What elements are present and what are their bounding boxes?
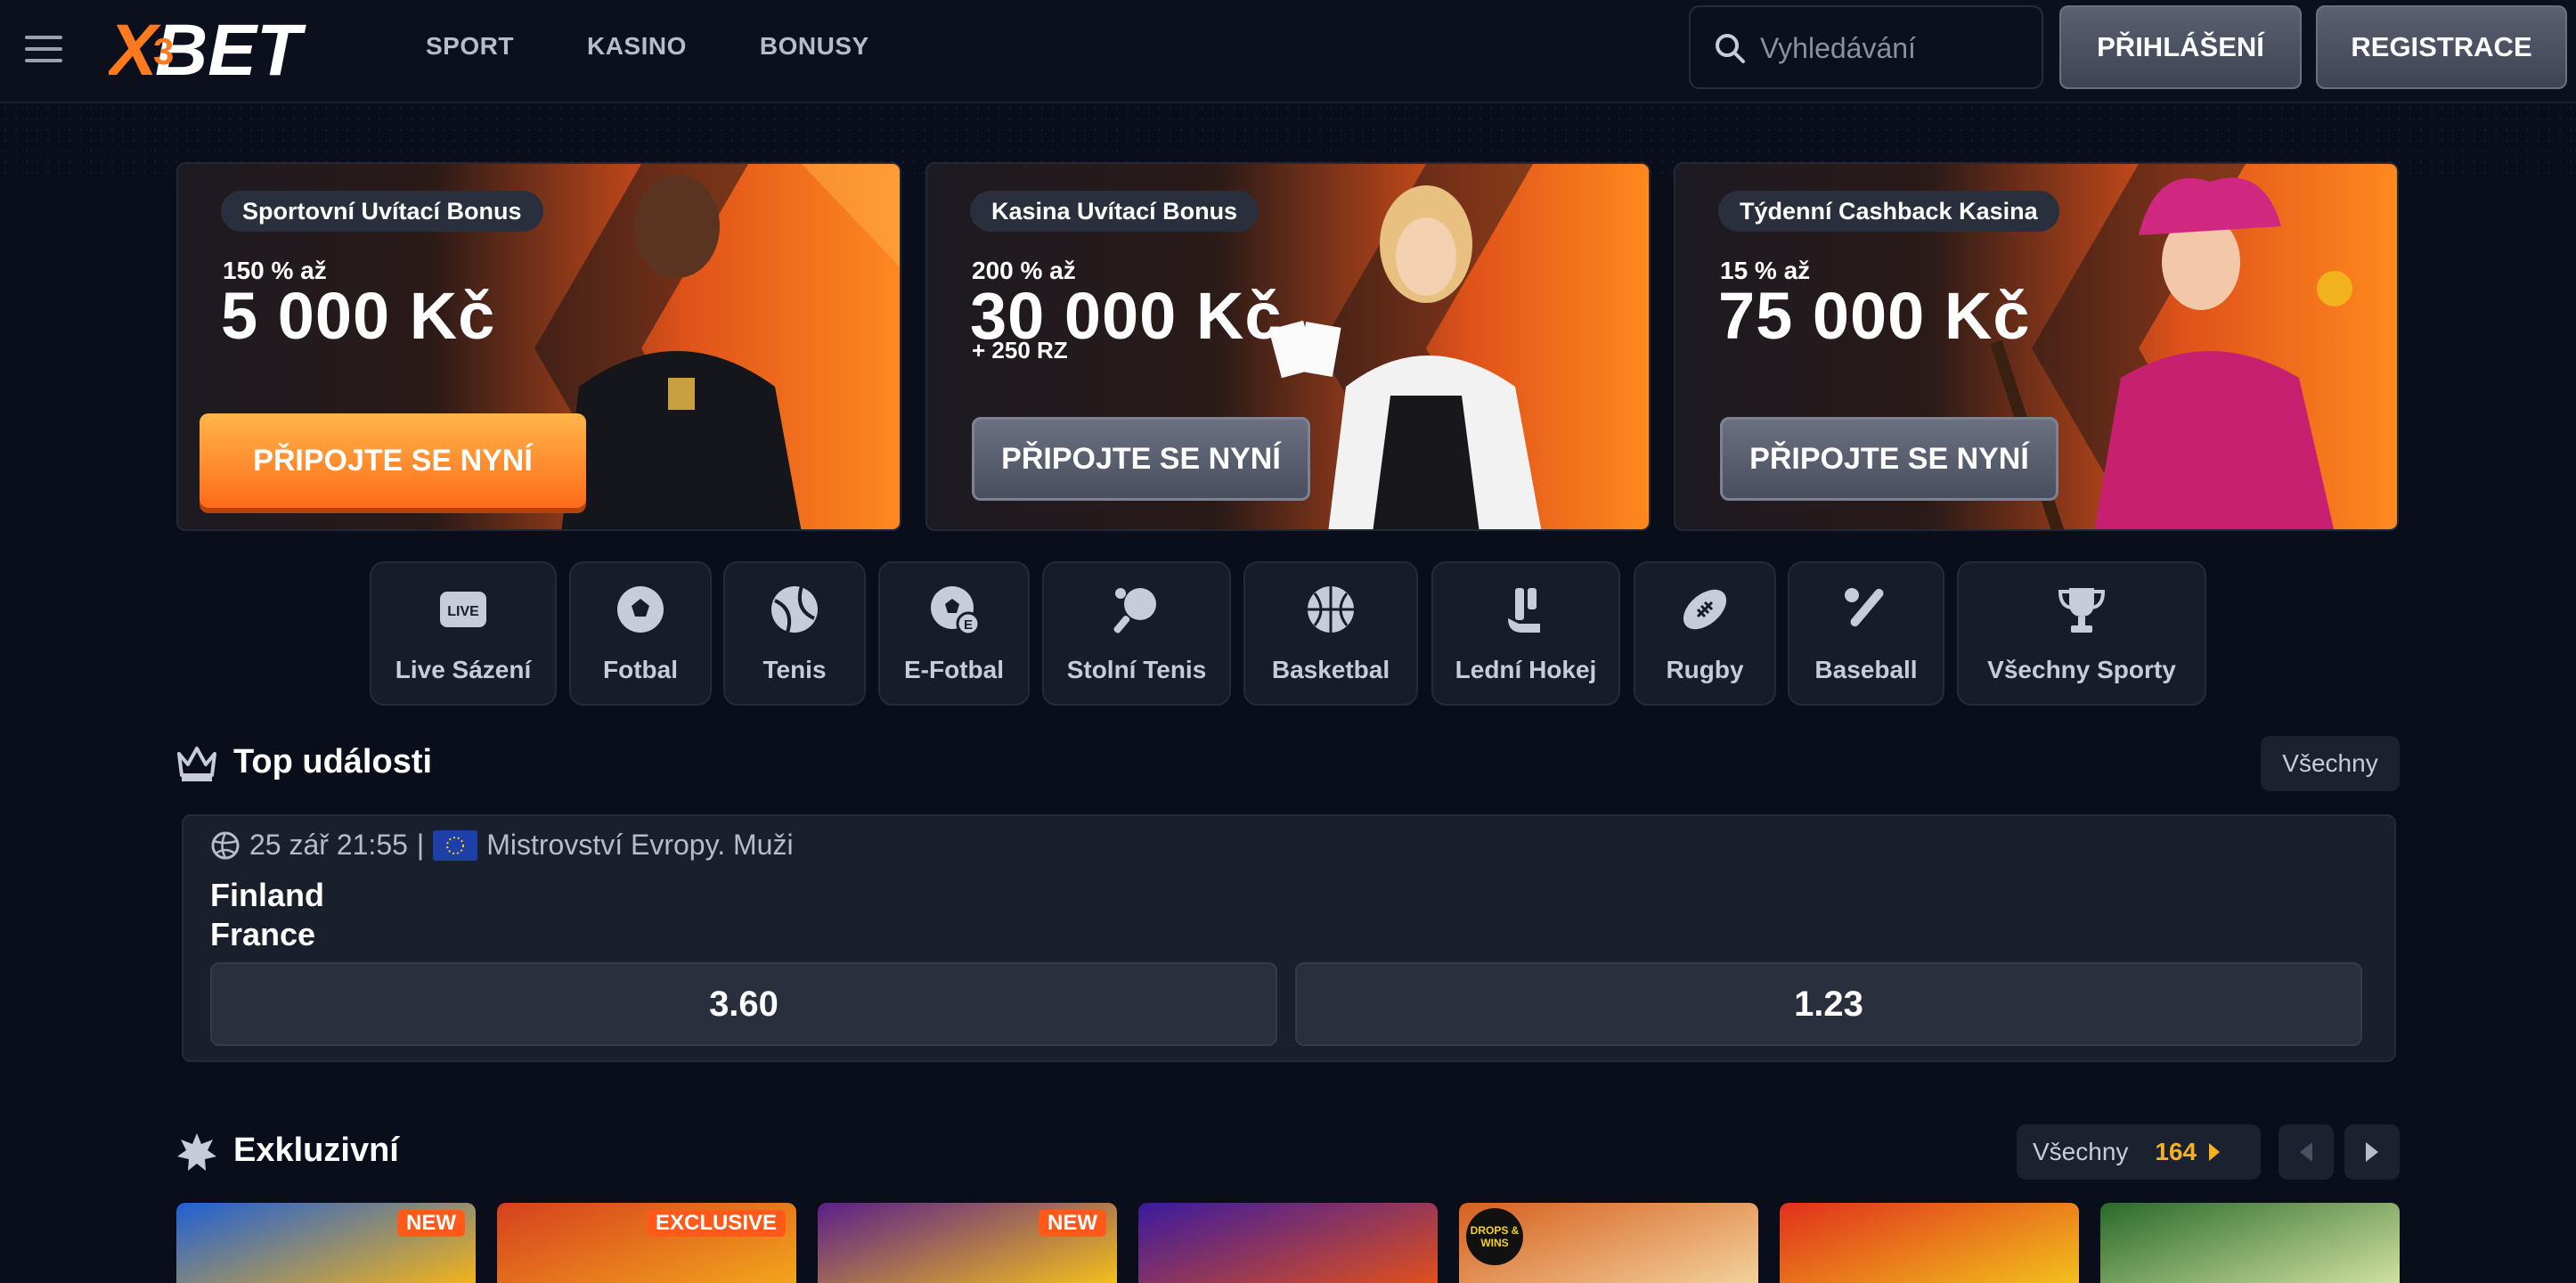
ice-hockey-icon xyxy=(1508,588,1540,633)
banner-extra: + 250 RZ xyxy=(972,337,1068,364)
sport-label: Fotbal xyxy=(603,656,678,683)
game-tile[interactable] xyxy=(1138,1203,1438,1283)
xbet-logo[interactable]: X BET 3 xyxy=(109,12,340,87)
game-badge: EXCLUSIVE xyxy=(646,1210,786,1237)
baseball-icon xyxy=(1845,588,1884,627)
odd-home-button[interactable]: 3.60 xyxy=(210,962,1277,1046)
svg-text:LIVE: LIVE xyxy=(447,604,479,619)
all-label: Všechny xyxy=(2033,1138,2129,1165)
sport-tennis[interactable]: Tenis xyxy=(723,561,866,706)
top-events-title: Top události xyxy=(233,743,433,780)
banner-tag: Kasina Uvítací Bonus xyxy=(970,191,1259,232)
sport-all-sports[interactable]: Všechny Sporty xyxy=(1957,561,2206,706)
exclusive-title: Exkluzivní xyxy=(233,1132,399,1169)
volleyball-icon xyxy=(211,831,240,859)
event-card[interactable]: 25 zář 21:55 | Mistrovství Evropy. Muži … xyxy=(182,814,2396,1062)
sport-label: Rugby xyxy=(1666,656,1744,683)
register-button[interactable]: REGISTRACE xyxy=(2316,5,2567,89)
basketball-icon xyxy=(1308,586,1354,633)
sport-label: Live Sázení xyxy=(395,656,532,683)
sport-basketball[interactable]: Basketbal xyxy=(1243,561,1418,706)
event-datetime: 25 zář 21:55 xyxy=(249,829,408,861)
login-button[interactable]: PŘIHLÁŠENÍ xyxy=(2059,5,2302,89)
svg-text:E: E xyxy=(964,617,973,633)
table-tennis-icon xyxy=(1113,588,1156,633)
eu-flag-icon xyxy=(433,829,478,861)
sport-label: Tenis xyxy=(762,656,827,683)
team-away: France xyxy=(210,916,316,952)
search-box[interactable] xyxy=(1689,5,2043,89)
banner-cashback[interactable]: Týdenní Cashback Kasina 15 % až 75 000 K… xyxy=(1674,162,2399,531)
arrow-left-icon xyxy=(2300,1142,2312,1162)
trophy-icon xyxy=(2058,588,2106,633)
banner-sport-bonus[interactable]: Sportovní Uvítací Bonus 150 % až 5 000 K… xyxy=(176,162,901,531)
game-tile[interactable]: NEW xyxy=(176,1203,476,1283)
join-now-button[interactable]: PŘIPOJTE SE NYNÍ xyxy=(972,417,1310,501)
sport-live-betting[interactable]: LIVE Live Sázení xyxy=(370,561,557,706)
sport-label: Stolní Tenis xyxy=(1066,656,1207,683)
sport-ice-hockey[interactable]: Lední Hokej xyxy=(1431,561,1620,706)
rugby-ball-icon xyxy=(1683,589,1727,630)
banner-tag: Týdenní Cashback Kasina xyxy=(1718,191,2059,232)
hamburger-menu-icon[interactable] xyxy=(25,34,62,64)
games-count: 164 xyxy=(2155,1138,2197,1165)
game-tile[interactable]: EXCLUSIVE xyxy=(497,1203,796,1283)
sport-table-tennis[interactable]: Stolní Tenis xyxy=(1042,561,1231,706)
svg-text:3: 3 xyxy=(153,30,174,72)
game-tile[interactable]: DROPS & WINS xyxy=(1459,1203,1758,1283)
nav-bonusy[interactable]: BONUSY xyxy=(760,32,869,61)
game-tile[interactable] xyxy=(2100,1203,2400,1283)
banner-tag: Sportovní Uvítací Bonus xyxy=(221,191,543,232)
event-league: Mistrovství Evropy. Muži xyxy=(486,829,794,861)
event-meta: 25 zář 21:55 | Mistrovství Evropy. Muži xyxy=(210,829,794,862)
nav-sport[interactable]: SPORT xyxy=(426,32,514,61)
search-input[interactable] xyxy=(1758,27,2029,69)
search-icon xyxy=(1716,34,1745,63)
team-home: Finland xyxy=(210,877,324,913)
banner-amount: 75 000 Kč xyxy=(1718,279,2031,353)
sport-football[interactable]: Fotbal xyxy=(569,561,712,706)
crown-icon xyxy=(177,747,216,781)
join-now-button[interactable]: PŘIPOJTE SE NYNÍ xyxy=(200,413,586,508)
sport-label: Lední Hokej xyxy=(1455,656,1597,683)
top-header: X BET 3 SPORT KASINO BONUSY PŘIHLÁŠENÍ R… xyxy=(0,0,2576,103)
sport-label: E-Fotbal xyxy=(904,656,1004,683)
meta-separator: | xyxy=(416,829,425,861)
sport-label: Všechny Sporty xyxy=(1987,656,2176,683)
game-badge: NEW xyxy=(397,1210,465,1237)
banner-amount: 5 000 Kč xyxy=(221,279,496,353)
star-burst-icon xyxy=(177,1133,216,1171)
arrow-right-icon xyxy=(2366,1142,2378,1162)
sport-label: Baseball xyxy=(1814,656,1918,683)
odd-away-button[interactable]: 1.23 xyxy=(1295,962,2362,1046)
sport-baseball[interactable]: Baseball xyxy=(1788,561,1944,706)
banner-casino-bonus[interactable]: Kasina Uvítací Bonus 200 % až 30 000 Kč … xyxy=(925,162,1651,531)
top-events-all-button[interactable]: Všechny xyxy=(2261,736,2400,791)
esoccer-icon: E xyxy=(931,586,981,636)
exclusive-all-button[interactable]: Všechny 164 xyxy=(2017,1124,2261,1180)
join-now-button[interactable]: PŘIPOJTE SE NYNÍ xyxy=(1720,417,2058,501)
sport-efootball[interactable]: E E-Fotbal xyxy=(878,561,1030,706)
game-tile[interactable]: NEW xyxy=(818,1203,1117,1283)
game-badge: NEW xyxy=(1039,1210,1106,1237)
next-arrow-button[interactable] xyxy=(2344,1124,2400,1180)
drops-wins-logo: DROPS & WINS xyxy=(1466,1208,1523,1265)
soccer-ball-icon xyxy=(617,586,664,633)
svg-text:BET: BET xyxy=(155,12,306,87)
sport-label: Basketbal xyxy=(1271,656,1390,683)
live-icon: LIVE xyxy=(440,592,486,627)
caret-right-icon xyxy=(2209,1143,2221,1161)
prev-arrow-button[interactable] xyxy=(2278,1124,2334,1180)
main-nav: SPORT KASINO BONUSY xyxy=(426,32,869,61)
tennis-ball-icon xyxy=(771,585,818,633)
nav-kasino[interactable]: KASINO xyxy=(587,32,687,61)
game-tile[interactable] xyxy=(1780,1203,2079,1283)
sport-rugby[interactable]: Rugby xyxy=(1634,561,1776,706)
